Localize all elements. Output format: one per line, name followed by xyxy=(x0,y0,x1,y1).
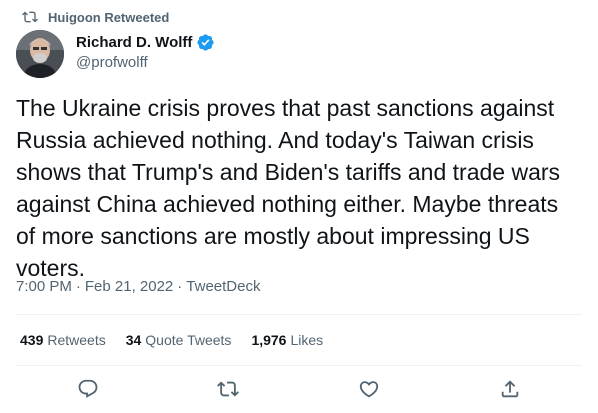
meta-separator: · xyxy=(177,277,183,295)
quote-tweets-stat[interactable]: 34 Quote Tweets xyxy=(126,332,232,348)
verified-badge-icon xyxy=(196,33,215,52)
tweet-date[interactable]: Feb 21, 2022 xyxy=(85,278,173,295)
meta-separator: · xyxy=(75,277,81,295)
reply-icon xyxy=(78,379,98,398)
avatar[interactable] xyxy=(16,30,64,78)
retweet-context[interactable]: Huigoon Retweeted xyxy=(22,7,169,27)
action-bar xyxy=(16,373,582,405)
retweet-icon xyxy=(22,11,38,23)
quote-tweets-count: 34 xyxy=(125,332,142,348)
share-icon xyxy=(501,380,519,398)
author-display-name[interactable]: Richard D. Wolff xyxy=(76,34,192,51)
tweet-source[interactable]: TweetDeck xyxy=(186,278,260,295)
quote-tweets-label: Quote Tweets xyxy=(145,332,232,348)
divider xyxy=(16,365,582,366)
author-block: Richard D. Wolff @profwolff xyxy=(76,31,215,71)
retweets-label: Retweets xyxy=(47,332,106,348)
retweet-button[interactable] xyxy=(216,377,240,401)
tweet-time[interactable]: 7:00 PM xyxy=(16,278,72,295)
retweets-count: 439 xyxy=(20,332,44,348)
reply-button[interactable] xyxy=(76,377,100,401)
engagement-stats: 439 Retweets 34 Quote Tweets 1,976 Likes xyxy=(20,330,343,350)
retweets-stat[interactable]: 439 Retweets xyxy=(20,332,106,348)
like-button[interactable] xyxy=(357,377,381,401)
likes-stat[interactable]: 1,976 Likes xyxy=(251,332,323,348)
likes-label: Likes xyxy=(290,332,324,348)
retweet-icon xyxy=(217,381,239,397)
author-handle[interactable]: @profwolff xyxy=(76,54,215,71)
retweet-context-label: Huigoon Retweeted xyxy=(48,9,170,25)
likes-count: 1,976 xyxy=(251,332,287,348)
share-button[interactable] xyxy=(498,377,522,401)
tweet-text: The Ukraine crisis proves that past sanc… xyxy=(16,95,561,281)
divider xyxy=(16,314,582,315)
avatar-image xyxy=(16,30,64,78)
tweet-meta: 7:00 PM · Feb 21, 2022 · TweetDeck xyxy=(16,276,260,296)
like-icon xyxy=(359,381,379,398)
